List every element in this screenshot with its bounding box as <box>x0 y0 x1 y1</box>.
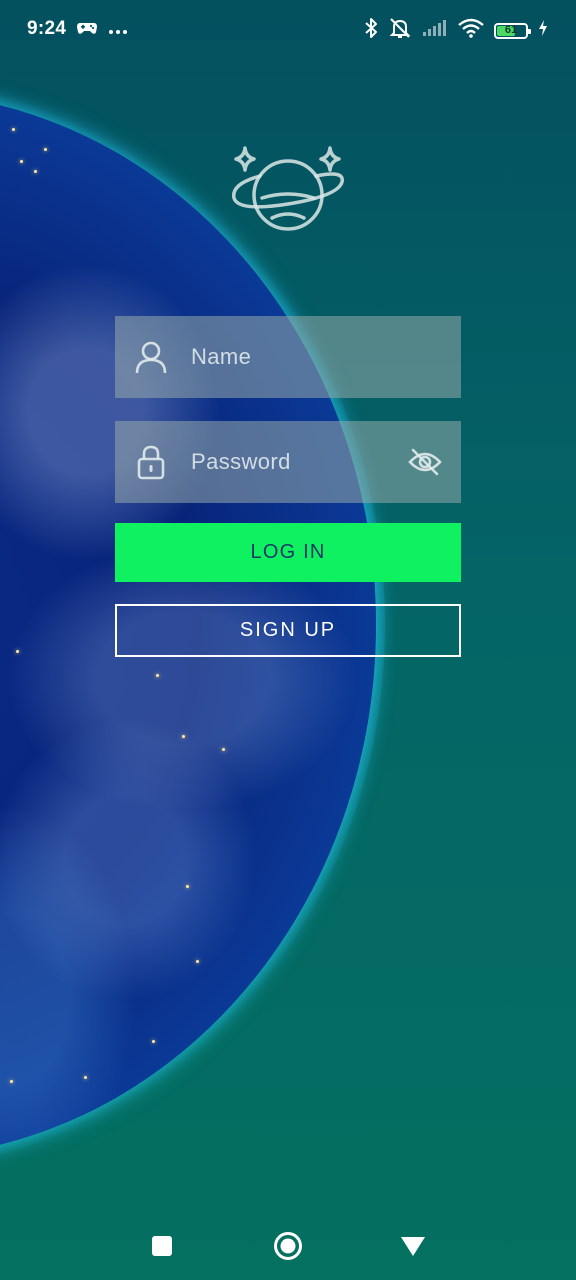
password-field[interactable] <box>115 421 461 503</box>
cell-signal-icon <box>422 19 448 42</box>
city-light <box>152 1040 155 1043</box>
login-button[interactable]: LOG IN <box>115 523 461 582</box>
city-light <box>10 1080 13 1083</box>
city-light <box>34 170 37 173</box>
status-right-icons: 61 <box>364 17 548 44</box>
wifi-icon <box>458 18 484 43</box>
status-left-icons <box>76 19 128 42</box>
signup-button[interactable]: SIGN UP <box>115 604 461 657</box>
recent-apps-square-icon[interactable] <box>142 1226 182 1266</box>
city-light <box>16 650 19 653</box>
city-light <box>156 674 159 677</box>
password-input[interactable] <box>191 442 401 482</box>
city-light <box>182 735 185 738</box>
planet-logo-icon <box>228 146 348 238</box>
home-circle-icon[interactable] <box>268 1226 308 1266</box>
city-light <box>222 748 225 751</box>
game-controller-icon <box>76 19 98 42</box>
lock-icon <box>133 444 169 480</box>
city-light <box>20 160 23 163</box>
eye-off-icon[interactable] <box>407 444 443 480</box>
bluetooth-icon <box>364 17 378 44</box>
charging-icon <box>538 20 548 41</box>
battery-level-text: 61 <box>504 23 518 36</box>
city-light <box>44 148 47 151</box>
city-light <box>196 960 199 963</box>
more-dots-icon <box>108 22 128 40</box>
city-light <box>12 128 15 131</box>
city-light <box>84 1076 87 1079</box>
battery-tip <box>528 28 531 34</box>
name-field[interactable] <box>115 316 461 398</box>
name-input[interactable] <box>191 337 401 377</box>
user-icon <box>133 339 169 375</box>
battery-icon: 61 <box>494 22 531 39</box>
back-triangle-icon[interactable] <box>393 1226 433 1266</box>
status-bar: 9:24 61 <box>0 0 576 58</box>
silent-mode-icon <box>388 17 412 44</box>
city-light <box>186 885 189 888</box>
navigation-bar <box>0 1210 576 1280</box>
status-time: 9:24 <box>27 18 67 39</box>
